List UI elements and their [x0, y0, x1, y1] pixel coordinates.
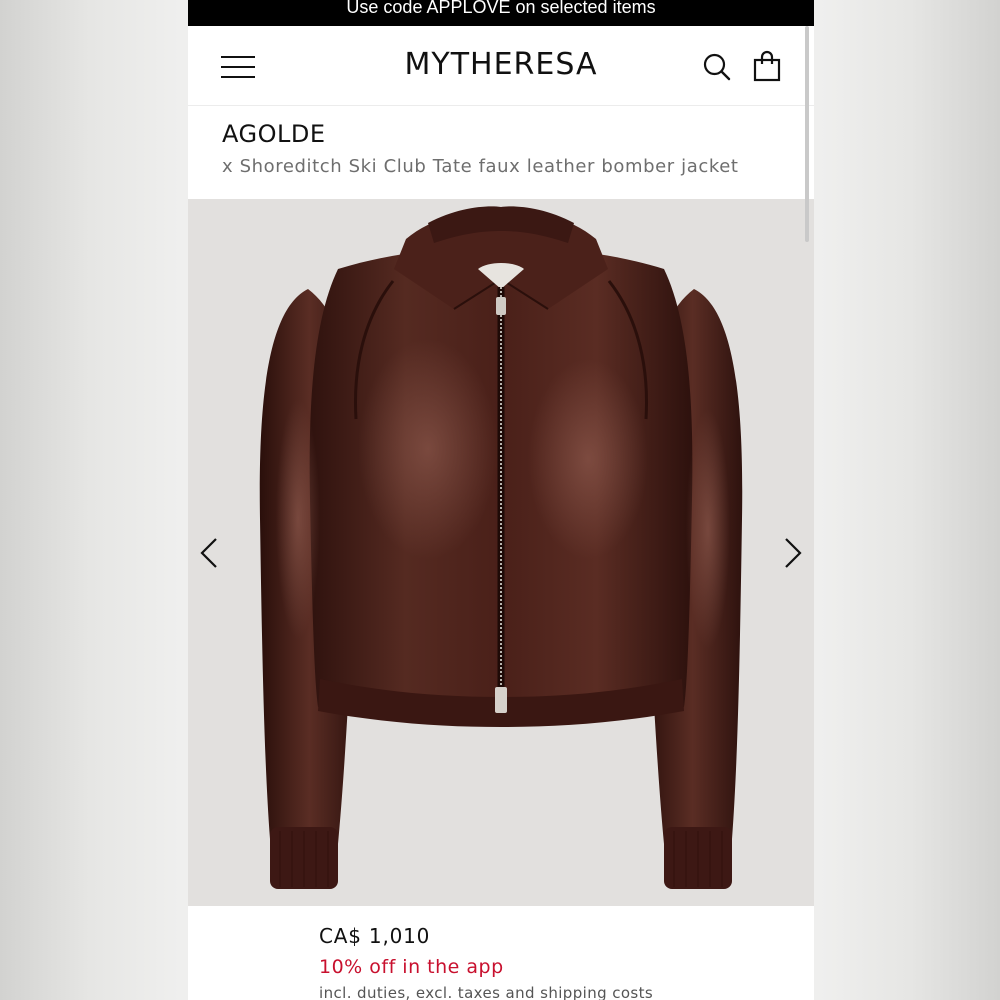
site-header: MYTHERESA	[188, 26, 814, 106]
product-price: CA$ 1,010	[319, 924, 431, 948]
app-discount-text: 10% off in the app	[319, 956, 504, 978]
product-image	[259, 206, 743, 889]
promo-banner-text: Use code APPLOVE on selected items	[346, 0, 656, 17]
chevron-left-icon[interactable]	[198, 533, 222, 573]
scrollbar[interactable]	[805, 26, 809, 242]
product-image-gallery[interactable]	[188, 199, 814, 906]
product-brand[interactable]: AGOLDE	[222, 120, 326, 148]
shopping-bag-icon[interactable]	[752, 50, 782, 82]
duties-note: incl. duties, excl. taxes and shipping c…	[319, 984, 654, 1000]
product-name: x Shoreditch Ski Club Tate faux leather …	[222, 156, 739, 177]
search-icon[interactable]	[702, 52, 732, 82]
chevron-right-icon[interactable]	[780, 533, 804, 573]
phone-screen: Use code APPLOVE on selected items MYTHE…	[188, 0, 814, 1000]
promo-banner[interactable]: Use code APPLOVE on selected items	[188, 0, 814, 26]
